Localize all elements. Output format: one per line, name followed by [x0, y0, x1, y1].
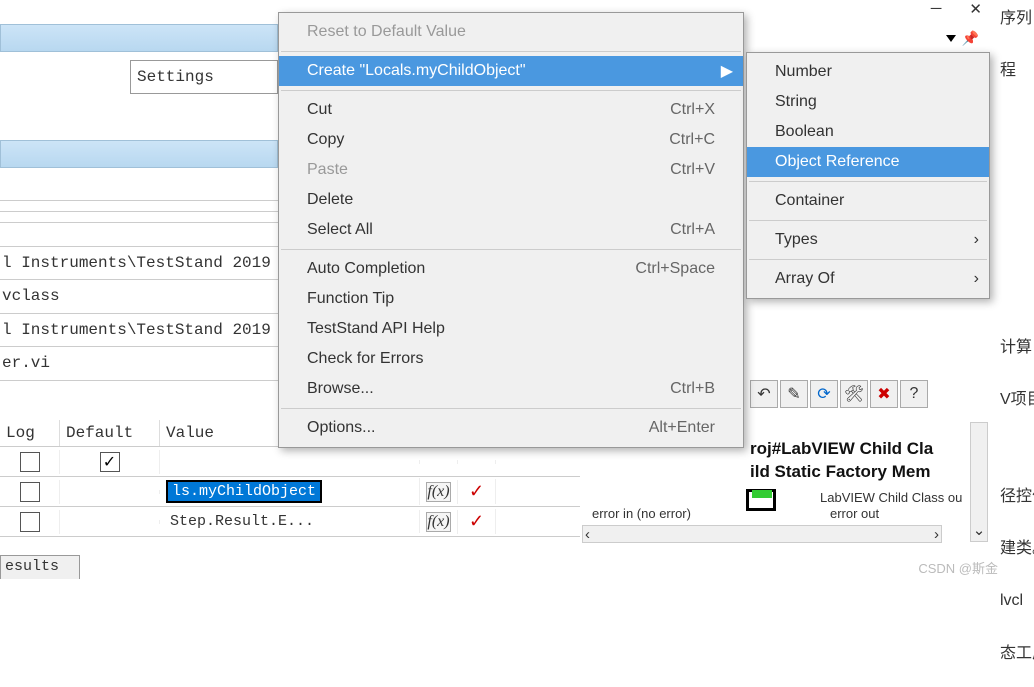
scroll-left-icon[interactable]: ‹: [585, 526, 590, 543]
background-list: l Instruments\TestStand 2019 vclass l In…: [0, 200, 278, 381]
minimize-icon[interactable]: ─: [931, 0, 952, 18]
settings-button[interactable]: Settings: [130, 60, 278, 94]
tb-help[interactable]: ?: [900, 380, 928, 408]
col-header-log: Log: [0, 420, 60, 446]
log-checkbox[interactable]: [20, 452, 40, 472]
scroll-down-icon[interactable]: ⌄: [973, 521, 986, 539]
scroll-right-icon[interactable]: ›: [934, 526, 939, 543]
pin-icon[interactable]: 📌: [962, 30, 979, 47]
error-out-label: error out: [830, 506, 879, 521]
table-row: ls.myChildObject f(x) ✓: [0, 477, 580, 507]
project-title: roj#LabVIEW Child Cla ild Static Factory…: [750, 438, 933, 484]
log-checkbox[interactable]: [20, 512, 40, 532]
table-row: Step.Result.E... f(x) ✓: [0, 507, 580, 537]
menu-paste: PasteCtrl+V: [279, 155, 743, 185]
tb-delete[interactable]: ✖: [870, 380, 898, 408]
submenu-number[interactable]: Number: [747, 57, 989, 87]
submenu-string[interactable]: String: [747, 87, 989, 117]
submenu-arrayof[interactable]: Array Of›: [747, 264, 989, 294]
chevron-right-icon: ▶: [721, 61, 733, 81]
results-tab[interactable]: esults: [0, 555, 80, 579]
tb-undo[interactable]: ↶: [750, 380, 778, 408]
lv-output-label: LabVIEW Child Class ou: [820, 490, 962, 505]
create-submenu: Number String Boolean Object Reference C…: [746, 52, 990, 299]
context-menu: Reset to Default Value Create "Locals.my…: [278, 12, 744, 448]
check-icon[interactable]: ✓: [469, 511, 484, 532]
table-row: [0, 447, 580, 477]
value-cell[interactable]: Step.Result.E...: [166, 512, 318, 531]
value-cell-selected[interactable]: ls.myChildObject: [166, 480, 322, 503]
fx-button[interactable]: f(x): [426, 482, 451, 502]
menu-apihelp[interactable]: TestStand API Help: [279, 314, 743, 344]
menu-selectall[interactable]: Select AllCtrl+A: [279, 215, 743, 245]
bg-row: l Instruments\TestStand 2019: [0, 314, 278, 347]
menu-create[interactable]: Create "Locals.myChildObject"▶: [279, 56, 743, 86]
default-checkbox[interactable]: [100, 452, 120, 472]
col-header-default: Default: [60, 420, 160, 446]
menu-checkerrors[interactable]: Check for Errors: [279, 344, 743, 374]
bg-row: vclass: [0, 280, 278, 313]
bg-row: er.vi: [0, 347, 278, 380]
tb-refresh[interactable]: ⟳: [810, 380, 838, 408]
submenu-types[interactable]: Types›: [747, 225, 989, 255]
menu-cut[interactable]: CutCtrl+X: [279, 95, 743, 125]
check-icon[interactable]: ✓: [469, 481, 484, 502]
close-icon[interactable]: ✕: [969, 0, 992, 18]
submenu-objref[interactable]: Object Reference: [747, 147, 989, 177]
submenu-boolean[interactable]: Boolean: [747, 117, 989, 147]
menu-copy[interactable]: CopyCtrl+C: [279, 125, 743, 155]
tb-edit[interactable]: ✎: [780, 380, 808, 408]
dropdown-triangle-icon[interactable]: [946, 35, 956, 42]
fx-button[interactable]: f(x): [426, 512, 451, 532]
menu-functiontip[interactable]: Function Tip: [279, 284, 743, 314]
menu-delete[interactable]: Delete: [279, 185, 743, 215]
tb-tools[interactable]: 🛠: [840, 380, 868, 408]
vertical-scrollbar[interactable]: ⌄: [970, 422, 988, 542]
watermark: CSDN @斯金: [918, 558, 998, 577]
chevron-right-icon: ›: [974, 270, 979, 288]
log-checkbox[interactable]: [20, 482, 40, 502]
submenu-container[interactable]: Container: [747, 186, 989, 216]
menu-options[interactable]: Options...Alt+Enter: [279, 413, 743, 443]
chevron-right-icon: ›: [974, 231, 979, 249]
error-in-label: error in (no error): [592, 506, 691, 521]
menu-reset: Reset to Default Value: [279, 17, 743, 47]
vi-node-icon: [746, 489, 776, 511]
section-bar: [0, 140, 278, 168]
horizontal-scrollbar[interactable]: ‹›: [582, 525, 942, 543]
menu-browse[interactable]: Browse...Ctrl+B: [279, 374, 743, 404]
bg-row: l Instruments\TestStand 2019: [0, 247, 278, 280]
right-cn-text: 序列 程 计算 V项目 径控作 建类。 lvcl 态工厂: [1000, 0, 1034, 687]
vi-toolbar: ↶ ✎ ⟳ 🛠 ✖ ?: [750, 380, 928, 408]
header-bar: [0, 24, 278, 52]
menu-autocomplete[interactable]: Auto CompletionCtrl+Space: [279, 254, 743, 284]
